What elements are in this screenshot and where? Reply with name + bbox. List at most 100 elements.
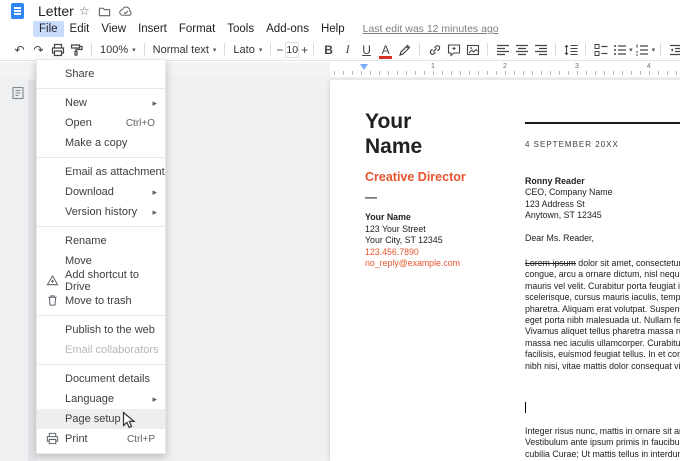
job-title: Creative Director (365, 170, 466, 184)
menu-divider (37, 364, 165, 365)
mouse-cursor (122, 411, 137, 430)
chevron-down-icon: ▾ (652, 46, 656, 54)
chevron-down-icon: ▾ (132, 46, 136, 54)
text-color-button[interactable]: A (377, 41, 394, 59)
numbered-list-button[interactable] (634, 41, 651, 59)
sender-name: Your Name (365, 212, 460, 224)
menu-item-label: Email as attachment (65, 166, 165, 178)
star-icon[interactable]: ☆ (79, 4, 90, 18)
body-line: cubilia Curae; Ut mattis tellus in inter… (525, 449, 680, 460)
chevron-down-icon: ▾ (259, 46, 263, 54)
ruler-number: 1 (431, 63, 435, 70)
body-text: dolor sit amet, consectetur a (576, 258, 680, 268)
font-size-increase-button[interactable]: + (301, 43, 308, 57)
move-folder-icon[interactable] (98, 5, 111, 18)
add-comment-button[interactable] (445, 41, 462, 59)
menubar: File Edit View Insert Format Tools Add-o… (33, 20, 499, 38)
ruler-number: 4 (647, 63, 651, 70)
align-left-button[interactable] (494, 41, 511, 59)
menu-item-language[interactable]: Language▸ (37, 389, 165, 409)
document-outline-button[interactable] (9, 84, 27, 102)
menu-divider (37, 315, 165, 316)
line-spacing-button[interactable] (562, 41, 579, 59)
paragraph-style-select[interactable]: Normal text▾ (153, 44, 217, 56)
docs-logo-icon[interactable] (11, 3, 24, 19)
sender-phone: 123.456.7890 (365, 247, 460, 259)
menu-item-publish-to-the-web[interactable]: Publish to the web (37, 320, 165, 340)
shortcut-label: Ctrl+O (126, 118, 155, 129)
toolbar: ↶ ↷ 100%▾ Normal text▾ Lato▾ − 10 + B I … (0, 39, 680, 61)
menu-item-email-as-attachment[interactable]: Email as attachment (37, 162, 165, 182)
body-line: Vestibulum ante ipsum primis in faucibus… (525, 437, 680, 448)
toolbar-divider (313, 43, 314, 56)
bold-button[interactable]: B (320, 41, 337, 59)
print-button[interactable] (49, 41, 66, 59)
menu-item-new[interactable]: New▸ (37, 93, 165, 113)
menu-insert[interactable]: Insert (132, 21, 173, 37)
recipient-name: Ronny Reader (525, 176, 613, 187)
menu-file[interactable]: File (33, 21, 64, 37)
checklist-button[interactable] (592, 41, 609, 59)
align-right-button[interactable] (532, 41, 549, 59)
menu-item-share[interactable]: Share (37, 64, 165, 84)
highlight-color-button[interactable] (396, 41, 413, 59)
toolbar-divider (91, 43, 92, 56)
insert-link-button[interactable] (426, 41, 443, 59)
menu-format[interactable]: Format (173, 21, 221, 37)
italic-button[interactable]: I (339, 41, 356, 59)
menu-item-document-details[interactable]: Document details (37, 369, 165, 389)
document-title-input[interactable]: Letter (38, 3, 74, 19)
zoom-select[interactable]: 100%▾ (100, 44, 136, 56)
menu-item-label: Make a copy (65, 137, 127, 149)
paragraph-2: Integer risus nunc, mattis in ornare sit… (525, 426, 680, 460)
undo-button[interactable]: ↶ (11, 41, 28, 59)
menu-item-label: Rename (65, 235, 107, 247)
menu-tools[interactable]: Tools (221, 21, 260, 37)
menu-item-make-a-copy[interactable]: Make a copy (37, 133, 165, 153)
menu-addons[interactable]: Add-ons (260, 21, 315, 37)
menu-item-page-setup[interactable]: Page setup (37, 409, 165, 429)
menu-item-label: Print (65, 433, 88, 445)
paint-format-button[interactable] (68, 41, 85, 59)
redo-button[interactable]: ↷ (30, 41, 47, 59)
menu-item-label: Page setup (65, 413, 121, 425)
menu-item-add-shortcut-to-drive[interactable]: Add shortcut to Drive (37, 271, 165, 291)
menu-item-label: Move to trash (65, 295, 132, 307)
bullet-list-button[interactable] (611, 41, 628, 59)
menu-item-label: New (65, 97, 87, 109)
toolbar-divider (585, 43, 586, 56)
menu-item-label: Open (65, 117, 92, 129)
body-line: Integer risus nunc, mattis in ornare sit… (525, 426, 680, 437)
font-size-decrease-button[interactable]: − (276, 43, 283, 57)
menu-item-label: Document details (65, 373, 150, 385)
menu-item-download[interactable]: Download ▸ (37, 182, 165, 202)
ruler-number: 2 (503, 63, 507, 70)
menu-item-version-history[interactable]: Version history▸ (37, 202, 165, 222)
menu-item-open[interactable]: Open Ctrl+O (37, 113, 165, 133)
submenu-arrow-icon: ▸ (152, 394, 157, 405)
chevron-down-icon: ▾ (213, 46, 217, 54)
font-size-input[interactable]: 10 (285, 42, 299, 58)
menu-item-label: Download (65, 186, 114, 198)
insert-image-button[interactable] (464, 41, 481, 59)
align-center-button[interactable] (513, 41, 530, 59)
body-line: pharetra. Aliquam erat volutpat. Suspend… (525, 304, 680, 315)
font-select[interactable]: Lato▾ (233, 44, 262, 56)
underline-button[interactable]: U (358, 41, 375, 59)
decrease-indent-button[interactable] (667, 41, 680, 59)
menu-edit[interactable]: Edit (64, 21, 96, 37)
menu-item-rename[interactable]: Rename (37, 231, 165, 251)
submenu-arrow-icon: ▸ (152, 187, 157, 198)
toolbar-divider (224, 43, 225, 56)
menu-item-label: Email collaborators (65, 344, 159, 356)
recipient-title: CEO, Company Name (525, 187, 613, 198)
document-page[interactable]: Your Name Creative Director — Your Name … (330, 80, 680, 461)
menu-view[interactable]: View (95, 21, 132, 37)
menu-item-print[interactable]: Print Ctrl+P (37, 429, 165, 449)
menu-help[interactable]: Help (315, 21, 351, 37)
menu-item-move-to-trash[interactable]: Move to trash (37, 291, 165, 311)
menu-item-move[interactable]: Move (37, 251, 165, 271)
cloud-saved-icon[interactable] (119, 5, 133, 18)
last-edit-link[interactable]: Last edit was 12 minutes ago (363, 23, 499, 35)
indent-marker[interactable] (360, 64, 368, 70)
